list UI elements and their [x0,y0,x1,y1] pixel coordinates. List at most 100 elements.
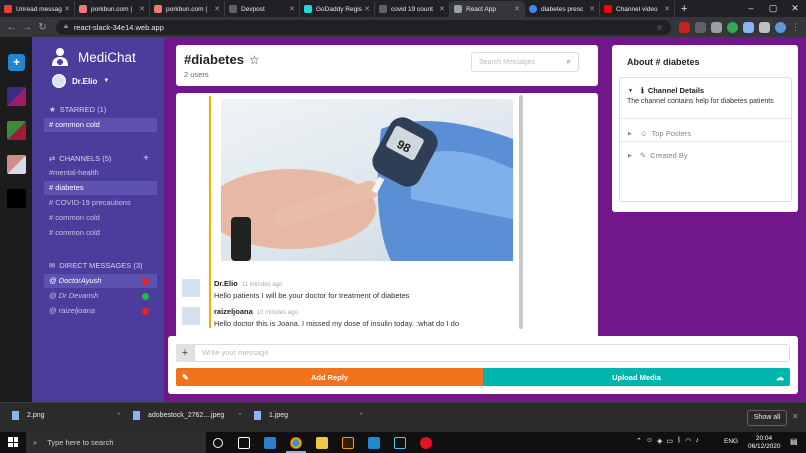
url-input[interactable]: 🔒︎ react-slack-34e14.web.app ☆ [56,19,671,35]
team-swatch[interactable] [7,189,26,208]
browser-tab[interactable]: Channel video ✕ [600,1,675,17]
starred-title: STARRED (1) [59,105,107,114]
task-view-icon[interactable] [238,437,250,449]
show-all-button[interactable]: Show all [747,410,787,426]
minimize-icon[interactable]: – [740,0,762,16]
message-input[interactable]: Write your message [194,344,790,362]
channel-item[interactable]: # COVID-19 precautions [44,196,157,210]
close-icon[interactable]: ✕ [364,5,370,13]
browser-tab-active[interactable]: React App ✕ [450,1,525,17]
add-attachment-icon[interactable]: + [176,344,194,362]
puzzle-icon[interactable] [759,21,770,33]
browser-tab[interactable]: porkbun.com | ✕ [150,1,225,17]
star-outline-icon[interactable]: ☆ [249,53,260,67]
add-channel-icon[interactable]: + [143,153,149,164]
created-by-toggle[interactable]: ▶ ✎ Created By [628,151,688,160]
bluetooth-icon[interactable]: ᛒ [677,437,681,445]
mail-app-icon[interactable] [264,437,276,449]
team-swatch[interactable] [7,87,26,106]
add-team-button[interactable]: + [8,54,25,71]
clock[interactable]: 20:04 06/12/2020 [748,435,781,451]
dm-item-active[interactable]: @ DoctorAyush [44,274,157,288]
chevron-up-icon[interactable]: ⌃ [358,412,364,420]
language-indicator[interactable]: ENG [724,438,738,445]
back-icon[interactable]: ← [4,22,19,33]
browser-tab[interactable]: porkbun.com | ✕ [75,1,150,17]
close-icon[interactable]: ✕ [664,5,670,13]
browser-tab[interactable]: covid 19 count ✕ [375,1,450,17]
bookmark-star-icon[interactable]: ☆ [656,23,663,32]
add-reply-button[interactable]: ✎ Add Reply [176,368,483,386]
close-window-icon[interactable]: ✕ [784,0,806,16]
lock-icon[interactable]: 🔒︎ [64,23,68,31]
close-icon[interactable]: ✕ [64,5,70,13]
wifi-icon[interactable]: ◠ [685,437,691,445]
browser-tab[interactable]: Devpost ✕ [225,1,300,17]
channel-details-toggle[interactable]: ▼ ℹ Channel Details [628,86,704,95]
forward-icon[interactable]: → [19,22,34,33]
file-explorer-icon[interactable] [316,437,328,449]
menu-icon[interactable]: ⋮ [791,22,802,33]
dm-label: @ DoctorAyush [49,276,102,285]
chrome-icon[interactable] [290,437,302,449]
vscode-icon[interactable] [368,437,380,449]
profile-avatar[interactable] [775,21,786,33]
channel-item[interactable]: # common cold [44,226,157,240]
taskbar-search-input[interactable]: ⌕ Type here to search [26,432,206,453]
chevron-up-icon[interactable]: ⌃ [237,412,243,420]
porkbun-icon [79,5,87,13]
message-image[interactable]: 98 [221,99,513,261]
search-icon: ⌕ [566,57,571,66]
battery-icon[interactable]: ▭ [666,437,673,445]
chevron-up-icon[interactable]: ⌃ [116,412,122,420]
top-posters-toggle[interactable]: ▶ ☺ Top Posters [628,129,691,138]
download-item[interactable]: 2.png ⌃ [12,411,122,420]
close-icon[interactable]: ✕ [214,5,220,13]
browser-tab[interactable]: diabetes presc ✕ [525,1,600,17]
download-item[interactable]: adobestock_2762....jpeg ⌃ [133,411,243,420]
close-icon[interactable]: ✕ [139,5,145,13]
channel-item-active[interactable]: # diabetes [44,181,157,195]
windows-start-icon[interactable] [8,437,18,447]
download-name: 1.jpeg [269,412,289,419]
people-icon[interactable]: ☺ [646,437,653,445]
close-icon[interactable]: ✕ [289,5,295,13]
notification-icon[interactable]: ▤ [790,437,798,446]
illustrator-icon[interactable] [342,437,354,449]
upload-media-button[interactable]: Upload Media ☁ [483,368,790,386]
shield-extension-icon[interactable] [711,21,722,33]
green-extension-icon[interactable] [727,21,738,33]
channel-item[interactable]: # common cold [44,211,157,225]
user-menu[interactable]: Dr.Elio ▼ [52,74,109,88]
close-icon[interactable]: ✕ [792,412,799,421]
terminal-extension-icon[interactable] [695,21,706,33]
dropbox-icon[interactable]: ◈ [657,437,662,445]
terminal-app-icon[interactable] [394,437,406,449]
record-app-icon[interactable] [420,437,432,449]
close-icon[interactable]: ✕ [514,5,520,13]
scrollbar[interactable] [519,95,523,329]
reload-icon[interactable]: ↻ [35,22,50,33]
channel-item[interactable]: #mental-health [44,166,157,180]
new-tab-button[interactable]: + [675,1,693,17]
search-placeholder: Search Messages [479,58,536,66]
browser-tab[interactable]: GoDaddy Regis ✕ [300,1,375,17]
dm-item[interactable]: @ Dr Devansh [44,289,157,303]
about-title: About # diabetes [627,57,700,67]
starred-item[interactable]: # common cold [44,118,157,132]
dm-item[interactable]: @ raizeljoana [44,304,157,318]
close-icon[interactable]: ✕ [589,5,595,13]
close-icon[interactable]: ✕ [439,5,445,13]
pdf-extension-icon[interactable] [679,21,690,33]
search-input[interactable]: Search Messages ⌕ [471,52,579,72]
browser-tab[interactable]: Unread messag ✕ [0,1,75,17]
grid-extension-icon[interactable] [743,21,754,33]
volume-icon[interactable]: ♪ [695,437,699,445]
message-time: 11 minutes ago [241,282,283,288]
chevron-up-icon[interactable]: ⌃ [636,437,642,445]
team-swatch[interactable] [7,121,26,140]
cortana-icon[interactable] [213,438,223,448]
team-swatch[interactable] [7,155,26,174]
maximize-icon[interactable]: ▢ [762,0,784,16]
download-item[interactable]: 1.jpeg ⌃ [254,411,364,420]
